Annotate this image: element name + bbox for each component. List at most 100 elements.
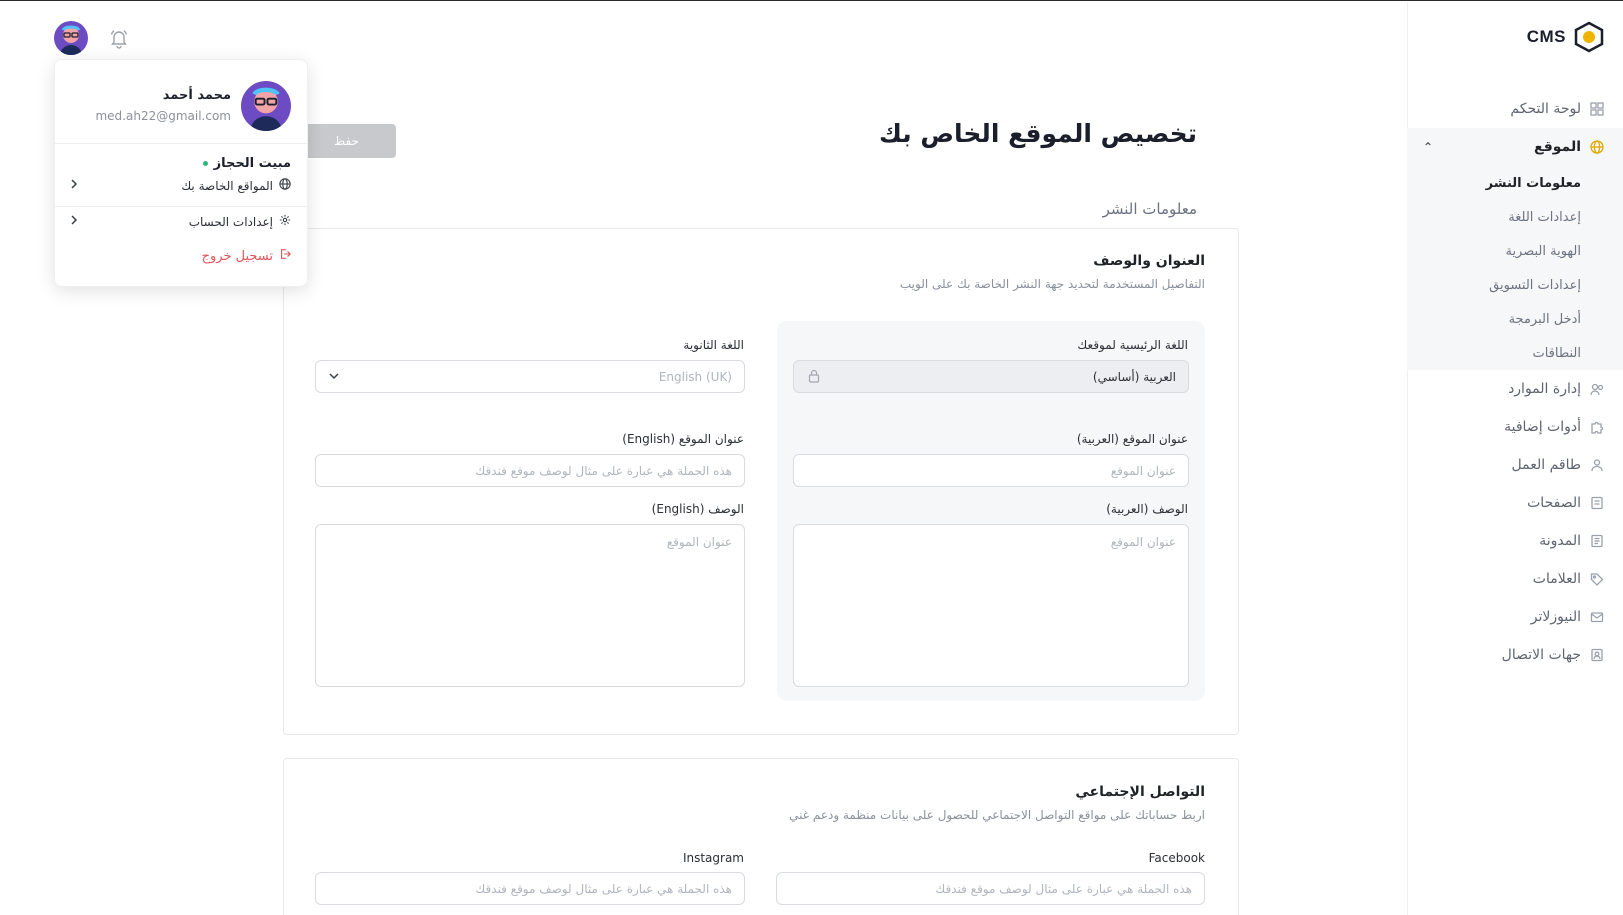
card-subtitle: اربط حساباتك على مواقع التواصل الاجتماعي… (789, 808, 1205, 822)
user-name: محمد أحمد (162, 88, 231, 103)
description-en-label: الوصف (English) (651, 502, 744, 516)
facebook-placeholder: هذه الجملة هي عبارة على مثال لوصف موقع ف… (935, 881, 1192, 896)
description-ar-placeholder: عنوان الموقع (1110, 535, 1176, 549)
puzzle-icon (1589, 419, 1605, 435)
brand-name: CMS (1526, 27, 1566, 46)
menu-item-label: إعدادات الحساب (188, 214, 273, 229)
logout-button[interactable]: تسجيل خروج (202, 248, 291, 264)
sidebar-item-label: طاقم العمل (1511, 457, 1581, 473)
menu-divider (55, 206, 307, 207)
chevron-up-icon[interactable]: ⌃ (1423, 140, 1433, 154)
sidebar-nav: لوحة التحكم الموقع ⌃ معلومات النشر إعداد… (1407, 90, 1623, 674)
current-site: مبيت الحجاز (202, 156, 291, 171)
sidebar-subitem-domains[interactable]: النطاقات (1407, 336, 1623, 370)
sidebar-group-website: الموقع ⌃ معلومات النشر إعدادات اللغة اله… (1407, 128, 1623, 370)
my-sites-menu-item[interactable]: المواقع الخاصة بك (69, 178, 291, 193)
description-en-placeholder: عنوان الموقع (666, 535, 732, 549)
sidebar-item-label: جهات الاتصال (1501, 647, 1581, 663)
logout-icon (279, 248, 291, 264)
globe-icon (1589, 139, 1605, 155)
sidebar-item-extra-tools[interactable]: أدوات إضافية (1407, 408, 1623, 446)
blog-icon (1589, 533, 1605, 549)
site-title-ar-label: عنوان الموقع (العربية) (1076, 432, 1188, 446)
sidebar-item-newsletter[interactable]: النيوزلاتر (1407, 598, 1623, 636)
save-button[interactable]: حفظ (297, 124, 396, 158)
lock-icon (808, 369, 820, 386)
title-description-card: العنوان والوصف التفاصيل المستخدمة لتحديد… (283, 228, 1239, 735)
card-title: العنوان والوصف (1093, 253, 1205, 269)
card-title: التواصل الإجتماعي (1075, 784, 1205, 800)
sidebar-item-label: الصفحات (1527, 495, 1581, 511)
sidebar-subitem-visual-identity[interactable]: الهوية البصرية (1407, 234, 1623, 268)
user-avatar-button[interactable] (54, 21, 88, 55)
sidebar: CMS لوحة التحكم الموقع ⌃ معلومات النشر إ… (1407, 2, 1623, 915)
team-icon (1589, 457, 1605, 473)
user-dropdown-menu: محمد أحمد med.ah22@gmail.com مبيت الحجاز… (54, 59, 308, 287)
site-title-ar-input[interactable]: عنوان الموقع (793, 454, 1189, 487)
sidebar-item-website[interactable]: الموقع ⌃ (1407, 128, 1623, 166)
pages-icon (1589, 495, 1605, 511)
grid-icon (1589, 101, 1605, 117)
sidebar-submenu: معلومات النشر إعدادات اللغة الهوية البصر… (1407, 166, 1623, 370)
primary-language-value: العربية (أساسي) (1092, 369, 1176, 384)
instagram-label: Instagram (682, 851, 744, 865)
sidebar-item-label: إدارة الموارد (1508, 381, 1581, 397)
sidebar-item-label: أدوات إضافية (1504, 419, 1581, 435)
notification-bell-icon[interactable] (108, 27, 130, 49)
primary-language-label: اللغة الرئيسية لموقعك (1077, 338, 1188, 352)
sidebar-item-contacts[interactable]: جهات الاتصال (1407, 636, 1623, 674)
sidebar-subitem-publishing-info[interactable]: معلومات النشر (1407, 166, 1623, 200)
sidebar-item-label: النيوزلاتر (1530, 609, 1581, 625)
sidebar-item-staff[interactable]: طاقم العمل (1407, 446, 1623, 484)
facebook-input[interactable]: هذه الجملة هي عبارة على مثال لوصف موقع ف… (776, 872, 1205, 905)
primary-language-field: العربية (أساسي) (793, 360, 1189, 393)
contacts-icon (1589, 647, 1605, 663)
sidebar-item-tags[interactable]: العلامات (1407, 560, 1623, 598)
sidebar-subitem-language-settings[interactable]: إعدادات اللغة (1407, 200, 1623, 234)
description-ar-label: الوصف (العربية) (1106, 502, 1188, 516)
page-title: تخصيص الموقع الخاص بك (879, 119, 1197, 148)
sidebar-item-resources[interactable]: إدارة الموارد (1407, 370, 1623, 408)
sidebar-item-label: لوحة التحكم (1510, 101, 1581, 117)
tag-icon (1589, 571, 1605, 587)
site-title-ar-placeholder: عنوان الموقع (1110, 463, 1176, 478)
gear-icon (279, 214, 291, 229)
instagram-input[interactable]: هذه الجملة هي عبارة على مثال لوصف موقع ف… (315, 872, 745, 905)
social-card: التواصل الإجتماعي اربط حساباتك على مواقع… (283, 758, 1239, 915)
site-title-en-label: عنوان الموقع (English) (622, 432, 744, 446)
menu-item-label: المواقع الخاصة بك (181, 178, 273, 193)
globe-icon (279, 178, 291, 193)
chevron-right-icon (69, 178, 79, 193)
sidebar-subitem-code-injection[interactable]: أدخل البرمجة (1407, 302, 1623, 336)
account-settings-menu-item[interactable]: إعدادات الحساب (69, 214, 291, 229)
sidebar-item-blog[interactable]: المدونة (1407, 522, 1623, 560)
description-ar-textarea[interactable]: عنوان الموقع (793, 524, 1189, 687)
sidebar-item-pages[interactable]: الصفحات (1407, 484, 1623, 522)
sidebar-subitem-marketing-settings[interactable]: إعدادات التسويق (1407, 268, 1623, 302)
status-dot (202, 161, 208, 166)
secondary-language-select[interactable]: English (UK) (315, 360, 745, 393)
facebook-label: Facebook (1148, 851, 1205, 865)
chevron-down-icon (328, 369, 340, 386)
user-info-header: محمد أحمد med.ah22@gmail.com (55, 60, 307, 144)
card-subtitle: التفاصيل المستخدمة لتحديد جهة النشر الخا… (899, 277, 1205, 291)
newsletter-icon (1589, 609, 1605, 625)
site-name: مبيت الحجاز (213, 156, 291, 171)
secondary-language-placeholder: English (UK) (658, 369, 732, 384)
secondary-language-label: اللغة الثانوية (683, 338, 744, 352)
section-label: معلومات النشر (1102, 200, 1197, 218)
sidebar-item-label: الموقع (1534, 139, 1581, 155)
users-icon (1589, 381, 1605, 397)
site-title-en-input[interactable]: هذه الجملة هي عبارة على مثال لوصف موقع ف… (315, 454, 745, 487)
site-title-en-placeholder: هذه الجملة هي عبارة على مثال لوصف موقع ف… (475, 463, 732, 478)
sidebar-item-label: المدونة (1539, 533, 1581, 549)
avatar (241, 81, 291, 131)
sidebar-item-dashboard[interactable]: لوحة التحكم (1407, 90, 1623, 128)
user-email: med.ah22@gmail.com (95, 109, 231, 123)
chevron-right-icon (69, 214, 79, 229)
description-en-textarea[interactable]: عنوان الموقع (315, 524, 745, 687)
sidebar-item-label: العلامات (1532, 571, 1581, 587)
logo[interactable]: CMS (1527, 20, 1606, 54)
logout-label: تسجيل خروج (201, 248, 273, 264)
hexagon-logo-icon (1572, 20, 1606, 54)
